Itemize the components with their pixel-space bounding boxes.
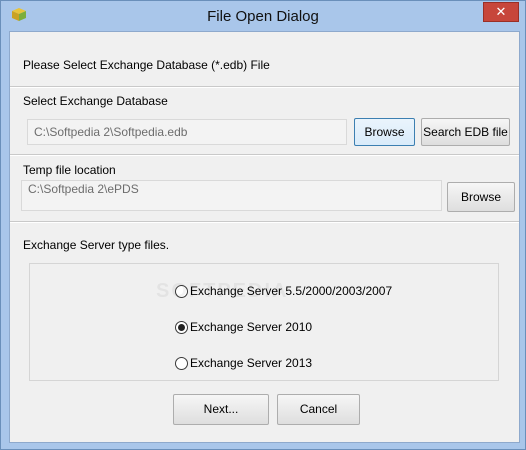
- radio-label: Exchange Server 2013: [190, 356, 313, 370]
- database-browse-button[interactable]: Browse: [354, 118, 415, 146]
- radio-label: Exchange Server 2010: [190, 320, 313, 334]
- cancel-button[interactable]: Cancel: [277, 394, 360, 425]
- window-title: File Open Dialog: [207, 8, 319, 25]
- divider: [10, 154, 519, 156]
- close-button[interactable]: ✕: [483, 2, 519, 22]
- title-bar[interactable]: File Open Dialog ✕: [1, 1, 525, 31]
- instruction-text: Please Select Exchange Database (*.edb) …: [23, 58, 270, 72]
- database-path-field[interactable]: C:\Softpedia 2\Softpedia.edb: [27, 119, 347, 145]
- temp-browse-button[interactable]: Browse: [447, 182, 515, 212]
- next-button[interactable]: Next...: [173, 394, 269, 425]
- radio-button[interactable]: [175, 321, 188, 334]
- radio-button[interactable]: [175, 357, 188, 370]
- divider: [10, 86, 519, 88]
- server-section-label: Exchange Server type files.: [23, 238, 170, 252]
- watermark: SOFTPEDIA: [156, 280, 289, 302]
- radio-selected-dot: [178, 324, 185, 331]
- dialog-body: Please Select Exchange Database (*.edb) …: [9, 31, 520, 443]
- database-section-label: Select Exchange Database: [23, 94, 168, 108]
- search-edb-button[interactable]: Search EDB file: [421, 118, 510, 146]
- temp-path-field[interactable]: C:\Softpedia 2\ePDS: [21, 180, 442, 211]
- divider: [10, 221, 519, 223]
- temp-section-label: Temp file location: [23, 163, 116, 177]
- dialog-window: File Open Dialog ✕ Please Select Exchang…: [0, 0, 526, 450]
